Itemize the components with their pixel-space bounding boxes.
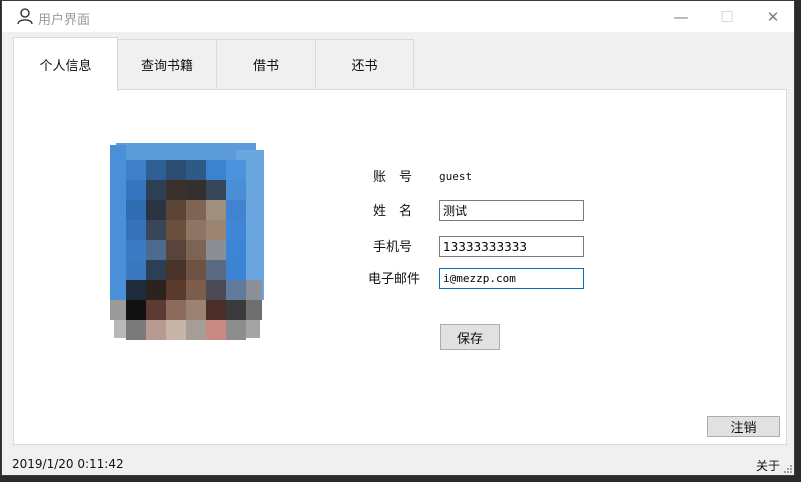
- user-icon: [17, 8, 33, 25]
- resize-grip-icon[interactable]: [782, 463, 792, 473]
- tab-control: 个人信息 查询书籍 借书 还书 账 号 guest 姓 名 测试 手机号 133…: [13, 37, 790, 447]
- maximize-button[interactable]: ☐: [704, 1, 750, 32]
- save-button[interactable]: 保存: [440, 324, 500, 350]
- close-icon: ✕: [766, 7, 780, 26]
- tab-borrow-book[interactable]: 借书: [216, 39, 316, 88]
- status-datetime: 2019/1/20 0:11:42: [12, 457, 124, 471]
- minimize-icon: —: [673, 7, 689, 26]
- personal-info-panel: 账 号 guest 姓 名 手机号 电子邮件 保存 注销: [13, 89, 787, 445]
- email-field[interactable]: [439, 268, 584, 289]
- app-window: 用户界面 — ☐ ✕ 个人信息 查询书籍 借书 还书 账 号 guest 姓 名…: [1, 0, 795, 476]
- tab-personal-info[interactable]: 个人信息: [13, 37, 118, 91]
- avatar: [110, 143, 264, 340]
- name-field[interactable]: [439, 200, 584, 221]
- tab-return-book[interactable]: 还书: [315, 39, 414, 88]
- account-label: 账 号: [373, 170, 413, 185]
- tab-search-books[interactable]: 查询书籍: [117, 39, 217, 88]
- minimize-button[interactable]: —: [658, 1, 704, 32]
- name-label: 姓 名: [373, 204, 413, 219]
- phone-field[interactable]: [439, 236, 584, 257]
- close-button[interactable]: ✕: [750, 1, 796, 32]
- email-label: 电子邮件: [368, 272, 421, 287]
- status-bar: 2019/1/20 0:11:42 关于: [2, 453, 794, 475]
- maximize-icon: ☐: [720, 7, 734, 26]
- logout-button[interactable]: 注销: [707, 416, 780, 437]
- phone-label: 手机号: [373, 240, 413, 255]
- account-value: guest: [439, 170, 473, 183]
- window-title: 用户界面: [38, 13, 91, 28]
- title-bar[interactable]: 用户界面 — ☐ ✕: [2, 1, 794, 32]
- about-link[interactable]: 关于: [756, 457, 780, 474]
